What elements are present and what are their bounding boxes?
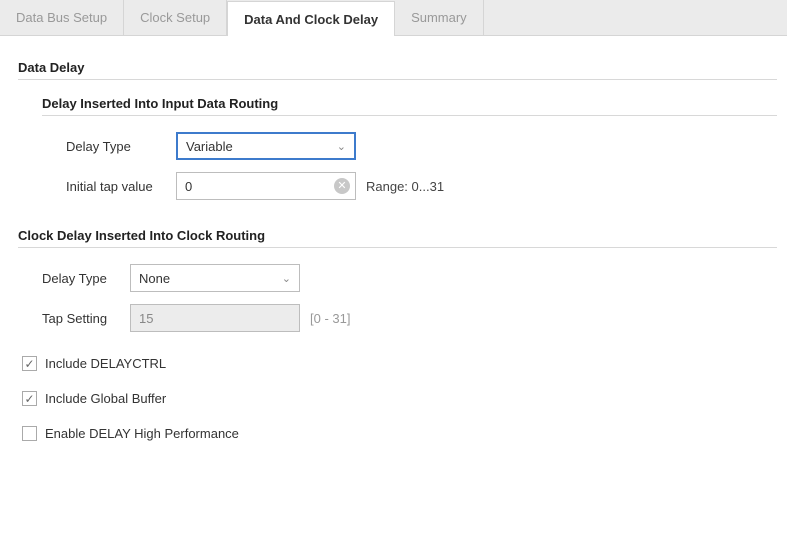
initial-tap-input[interactable] (176, 172, 356, 200)
checkbox-label: Enable DELAY High Performance (45, 426, 239, 441)
checkbox-icon: ✓ (22, 356, 37, 371)
tap-setting-input (130, 304, 300, 332)
checkbox-icon (22, 426, 37, 441)
checkbox-label: Include Global Buffer (45, 391, 166, 406)
initial-tap-range: Range: 0...31 (366, 179, 444, 194)
clock-delay-header: Clock Delay Inserted Into Clock Routing (18, 228, 777, 243)
data-delay-type-row: Delay Type Variable ⌄ (66, 132, 777, 160)
chevron-down-icon: ⌄ (337, 140, 346, 153)
data-delay-type-select[interactable]: Variable ⌄ (176, 132, 356, 160)
select-value: Variable (186, 139, 233, 154)
initial-tap-label: Initial tap value (66, 179, 176, 194)
include-global-buffer-checkbox[interactable]: ✓ Include Global Buffer (22, 391, 777, 406)
tab-summary[interactable]: Summary (395, 0, 484, 35)
enable-delay-high-performance-checkbox[interactable]: Enable DELAY High Performance (22, 426, 777, 441)
divider (42, 115, 777, 116)
checkbox-icon: ✓ (22, 391, 37, 406)
select-value: None (139, 271, 170, 286)
tab-clock-setup[interactable]: Clock Setup (124, 0, 227, 35)
data-delay-header: Data Delay (18, 60, 777, 75)
divider (18, 247, 777, 248)
tap-setting-range: [0 - 31] (310, 311, 350, 326)
content-area: Data Delay Delay Inserted Into Input Dat… (0, 36, 787, 471)
tab-bar: Data Bus Setup Clock Setup Data And Cloc… (0, 0, 787, 36)
initial-tap-row: Initial tap value ✕ Range: 0...31 (66, 172, 777, 200)
input-data-routing-section: Delay Inserted Into Input Data Routing D… (42, 96, 777, 200)
options-group: ✓ Include DELAYCTRL ✓ Include Global Buf… (22, 356, 777, 441)
input-routing-header: Delay Inserted Into Input Data Routing (42, 96, 777, 111)
tap-setting-label: Tap Setting (42, 311, 130, 326)
include-delayctrl-checkbox[interactable]: ✓ Include DELAYCTRL (22, 356, 777, 371)
delay-type-label: Delay Type (66, 139, 176, 154)
tab-data-bus-setup[interactable]: Data Bus Setup (0, 0, 124, 35)
chevron-down-icon: ⌄ (282, 272, 291, 285)
divider (18, 79, 777, 80)
clock-delay-type-select[interactable]: None ⌄ (130, 264, 300, 292)
tab-data-and-clock-delay[interactable]: Data And Clock Delay (227, 1, 395, 36)
clear-icon[interactable]: ✕ (334, 178, 350, 194)
checkbox-label: Include DELAYCTRL (45, 356, 166, 371)
clock-delay-type-label: Delay Type (42, 271, 130, 286)
clock-delay-type-row: Delay Type None ⌄ (42, 264, 777, 292)
tap-setting-row: Tap Setting [0 - 31] (42, 304, 777, 332)
